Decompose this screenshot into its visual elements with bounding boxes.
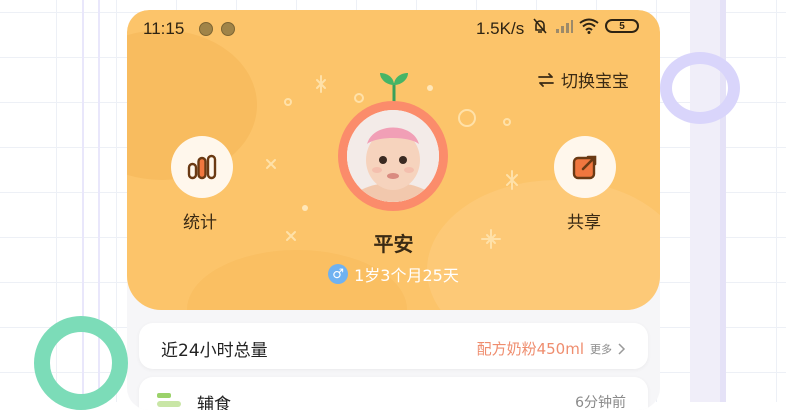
switch-baby-label: 切换宝宝 — [561, 72, 629, 92]
baby-age: 1岁3个月25天 — [354, 266, 459, 285]
feeding-record-card[interactable]: 辅食 6分钟前 — [139, 377, 648, 410]
status-bar: 11:15 1.5K/s 5 — [127, 10, 660, 46]
battery-icon: 5 — [605, 19, 639, 33]
feeding-detail: 6分钟前 — [575, 392, 626, 410]
wifi-icon — [579, 18, 599, 34]
sprout-icon — [380, 73, 408, 103]
male-gender-icon: ♂ — [328, 264, 349, 284]
share-icon — [572, 155, 597, 180]
baby-avatar[interactable] — [338, 101, 448, 211]
signal-icon — [556, 20, 573, 33]
complementary-food-icon — [157, 393, 181, 407]
battery-level: 5 — [619, 20, 625, 32]
avatar — [347, 110, 439, 202]
summary-title: 近24小时总量 — [161, 341, 268, 361]
baby-age-row: ♂ 1岁3个月25天 — [127, 262, 660, 286]
switch-baby-button[interactable]: 切换宝宝 — [537, 67, 629, 92]
network-speed: 1.5K/s — [476, 19, 525, 38]
baby-header: 11:15 1.5K/s 5 切换宝宝 统计 共享 平安 ♂ 1岁3个月25天 — [127, 10, 660, 310]
baby-name: 平安 — [373, 232, 414, 256]
status-icons: 5 — [531, 17, 639, 35]
decorative-green-ring — [34, 316, 128, 410]
silent-bell-icon — [533, 18, 547, 34]
notification-dot-icon — [221, 22, 235, 36]
decorative-purple-ring — [660, 52, 740, 124]
stats-button[interactable] — [171, 136, 233, 198]
chevron-right-icon — [618, 342, 626, 355]
summary-value: 配方奶粉450ml — [476, 340, 584, 358]
notification-dot-icon — [199, 22, 213, 36]
summary-detail: 配方奶粉450ml 更多 — [477, 338, 626, 359]
phone-screen: 11:15 1.5K/s 5 切换宝宝 统计 共享 平安 ♂ 1岁3个月25天 … — [127, 10, 660, 410]
feeding-time: 6分钟前 — [575, 395, 626, 410]
baby-photo-icon — [347, 110, 439, 202]
share-button[interactable] — [554, 136, 616, 198]
bar-chart-icon — [187, 154, 217, 180]
status-time: 11:15 — [143, 19, 185, 38]
more-link[interactable]: 更多 — [590, 341, 612, 357]
swap-arrows-icon — [538, 72, 554, 87]
feeding-title: 辅食 — [197, 395, 231, 410]
summary-24h-card[interactable]: 近24小时总量 配方奶粉450ml 更多 — [139, 323, 648, 369]
